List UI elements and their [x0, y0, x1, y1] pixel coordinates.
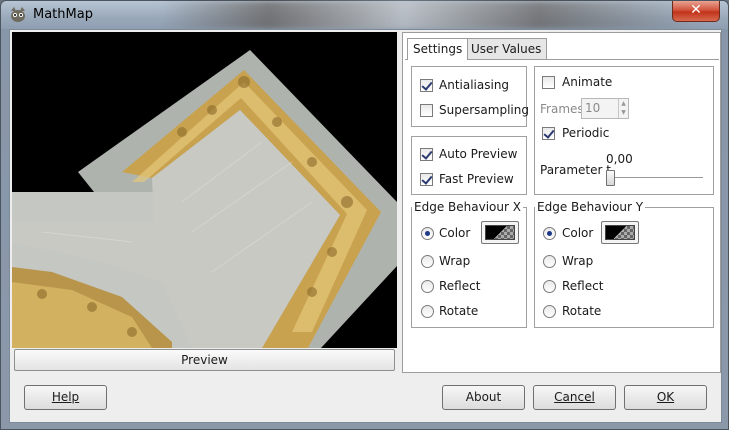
auto-preview-checkbox[interactable] [420, 148, 433, 161]
quality-frame: Antialiasing Supersampling [411, 66, 529, 127]
ok-label: OK [656, 390, 675, 404]
edge-x-color-button[interactable] [481, 221, 519, 244]
periodic-checkbox[interactable] [542, 127, 555, 140]
close-button[interactable]: ✕ [672, 1, 720, 22]
parameter-t-slider-track[interactable] [606, 177, 703, 179]
preview-image [12, 32, 397, 348]
animation-frame: Animate Frames 10 ▲ ▼ Periodic 0,00 Para… [534, 66, 714, 195]
frames-label: Frames [540, 102, 584, 116]
fast-preview-label: Fast Preview [439, 172, 514, 186]
edge-x-color-label: Color [439, 226, 471, 240]
spin-down-icon[interactable]: ▼ [619, 108, 628, 117]
edge-y-color-button[interactable] [601, 221, 639, 244]
blurred-background [161, 1, 701, 29]
animate-checkbox[interactable] [542, 76, 555, 89]
parameter-t-slider-thumb[interactable] [606, 170, 615, 186]
edge-y-rotate-label: Rotate [562, 304, 602, 318]
edge-behaviour-y-title: Edge Behaviour Y [535, 200, 646, 214]
animate-label: Animate [562, 75, 613, 89]
fast-preview-checkbox[interactable] [420, 173, 433, 186]
mathmap-window: MathMap ✕ Preview Settings User Values A… [0, 0, 729, 430]
edge-y-color-radio[interactable] [543, 227, 556, 240]
about-label: About [465, 390, 502, 404]
preview-options-frame: Auto Preview Fast Preview [411, 136, 527, 195]
ok-button[interactable]: OK [624, 385, 707, 410]
color-preview-icon [605, 225, 635, 240]
supersampling-checkbox[interactable] [420, 104, 433, 117]
supersampling-label: Supersampling [439, 103, 529, 117]
spin-up-icon[interactable]: ▲ [619, 99, 628, 108]
periodic-label: Periodic [562, 126, 610, 140]
preview-button[interactable]: Preview [14, 349, 395, 371]
frames-value: 10 [585, 101, 601, 115]
preview-rendering [12, 32, 397, 348]
antialiasing-checkbox[interactable] [420, 79, 433, 92]
frames-spinbox[interactable]: 10 ▲ ▼ [581, 98, 629, 119]
tab-user-values[interactable]: User Values [465, 38, 548, 59]
edge-x-wrap-label: Wrap [439, 254, 471, 268]
color-preview-icon [485, 225, 515, 240]
settings-panel: Settings User Values Antialiasing Supers… [402, 32, 721, 373]
edge-behaviour-x-frame: Edge Behaviour X Color Wrap Reflect Rota… [411, 200, 527, 328]
edge-x-reflect-label: Reflect [439, 279, 481, 293]
edge-y-reflect-label: Reflect [562, 279, 604, 293]
dialog-body: Preview Settings User Values Antialiasin… [9, 29, 722, 423]
edge-y-color-label: Color [562, 226, 594, 240]
cancel-label: Cancel [554, 390, 595, 404]
auto-preview-label: Auto Preview [439, 147, 518, 161]
edge-x-reflect-radio[interactable] [421, 280, 434, 293]
edge-behaviour-y-frame: Edge Behaviour Y Color Wrap Reflect Rota… [534, 200, 714, 328]
help-button[interactable]: Help [24, 385, 107, 410]
edge-x-color-radio[interactable] [421, 227, 434, 240]
edge-behaviour-x-title: Edge Behaviour X [412, 200, 523, 214]
edge-y-wrap-label: Wrap [562, 254, 594, 268]
about-button[interactable]: About [442, 385, 525, 410]
close-icon: ✕ [690, 2, 702, 18]
cancel-button[interactable]: Cancel [533, 385, 616, 410]
edge-y-reflect-radio[interactable] [543, 280, 556, 293]
window-title: MathMap [33, 7, 93, 22]
antialiasing-label: Antialiasing [439, 78, 510, 92]
edge-y-rotate-radio[interactable] [543, 305, 556, 318]
edge-x-rotate-radio[interactable] [421, 305, 434, 318]
edge-x-rotate-label: Rotate [439, 304, 479, 318]
title-bar[interactable]: MathMap ✕ [1, 1, 728, 29]
gimp-app-icon [11, 7, 25, 22]
help-label: Help [51, 390, 80, 404]
edge-x-wrap-radio[interactable] [421, 255, 434, 268]
parameter-t-label: Parameter t [540, 163, 611, 177]
edge-y-wrap-radio[interactable] [543, 255, 556, 268]
tab-settings[interactable]: Settings [407, 38, 469, 60]
